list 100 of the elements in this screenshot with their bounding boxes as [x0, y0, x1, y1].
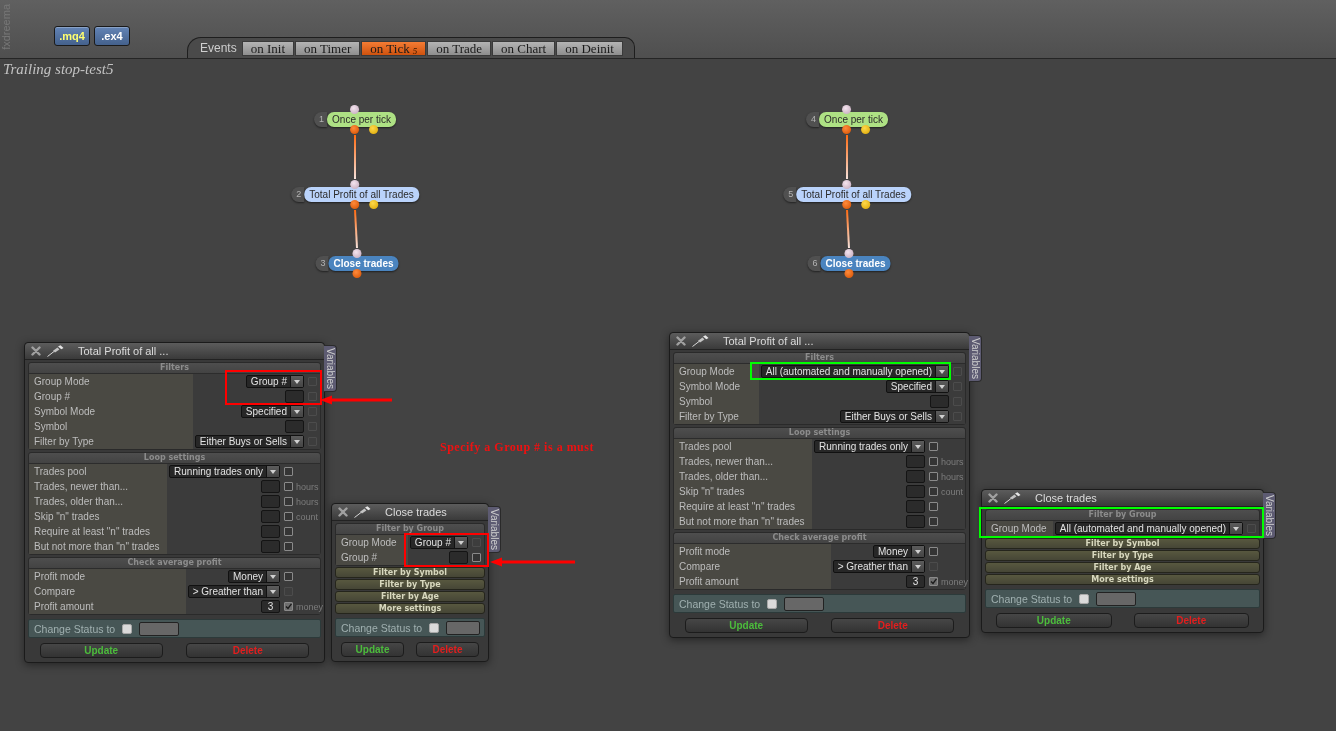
input-field[interactable]: 3: [906, 575, 925, 588]
output-port-icon[interactable]: [842, 125, 852, 134]
close-icon[interactable]: [338, 507, 348, 517]
update-button[interactable]: Update: [684, 618, 808, 633]
pin-icon[interactable]: [692, 335, 709, 347]
alt-output-port-icon[interactable]: [369, 125, 379, 134]
event-tab[interactable]: on Tick 5: [361, 41, 427, 56]
variables-tab[interactable]: Variables: [324, 345, 337, 392]
checkbox[interactable]: [429, 622, 440, 633]
event-tab[interactable]: on Trade: [427, 41, 492, 56]
input-port-icon[interactable]: [350, 180, 360, 189]
dropdown[interactable]: Group #: [245, 375, 304, 388]
update-button[interactable]: Update: [39, 643, 163, 658]
variables-tab[interactable]: Variables: [488, 506, 501, 553]
section-header[interactable]: Filter by Type: [335, 579, 485, 590]
section-header[interactable]: Filter by Age: [985, 562, 1260, 573]
input-field[interactable]: [906, 485, 925, 498]
status-field[interactable]: [1096, 591, 1137, 606]
variables-tab[interactable]: Variables: [1263, 492, 1276, 539]
output-port-icon[interactable]: [350, 125, 360, 134]
alt-output-port-icon[interactable]: [369, 200, 379, 209]
checkbox[interactable]: [928, 577, 938, 586]
input-field[interactable]: [930, 395, 949, 408]
input-field[interactable]: 3: [261, 600, 280, 613]
update-button[interactable]: Update: [341, 642, 404, 657]
dropdown[interactable]: Running trades only: [814, 440, 925, 453]
close-icon[interactable]: [988, 493, 998, 503]
section-header[interactable]: Filter by Type: [985, 550, 1260, 561]
alt-output-port-icon[interactable]: [861, 125, 871, 134]
checkbox[interactable]: [283, 602, 293, 611]
event-tab[interactable]: on Chart: [492, 41, 556, 56]
section-header[interactable]: More settings: [985, 574, 1260, 585]
output-port-icon[interactable]: [842, 200, 852, 209]
variables-tab[interactable]: Variables: [969, 335, 982, 382]
input-port-icon[interactable]: [844, 249, 854, 258]
dropdown[interactable]: > Greather than: [832, 560, 925, 573]
flow-block[interactable]: Once per tick: [327, 112, 396, 127]
input-field[interactable]: [261, 525, 280, 538]
checkbox[interactable]: [283, 512, 293, 521]
output-port-icon[interactable]: [844, 269, 854, 278]
flow-block[interactable]: Total Profit of all Trades: [796, 187, 911, 202]
checkbox[interactable]: [471, 553, 481, 562]
dropdown[interactable]: Money: [873, 545, 925, 558]
checkbox[interactable]: [928, 517, 938, 526]
event-tab[interactable]: on Deinit: [556, 41, 623, 56]
input-field[interactable]: [261, 495, 280, 508]
pin-icon[interactable]: [47, 345, 64, 357]
pin-icon[interactable]: [1004, 492, 1021, 504]
dropdown[interactable]: Money: [228, 570, 280, 583]
checkbox[interactable]: [283, 542, 293, 551]
input-field[interactable]: [261, 510, 280, 523]
checkbox[interactable]: [928, 502, 938, 511]
alt-output-port-icon[interactable]: [861, 200, 871, 209]
event-tab[interactable]: on Init: [241, 41, 294, 56]
flow-block[interactable]: Total Profit of all Trades: [304, 187, 419, 202]
dropdown[interactable]: Either Buys or Sells: [839, 410, 949, 423]
dropdown[interactable]: Specified: [885, 380, 949, 393]
input-field[interactable]: [261, 480, 280, 493]
dropdown[interactable]: All (automated and manually opened): [1054, 522, 1243, 535]
checkbox[interactable]: [767, 598, 778, 609]
dropdown[interactable]: > Greather than: [187, 585, 280, 598]
dropdown[interactable]: Either Buys or Sells: [194, 435, 304, 448]
status-field[interactable]: [446, 620, 480, 635]
file-button[interactable]: .ex4: [94, 26, 130, 46]
input-field[interactable]: [906, 515, 925, 528]
checkbox[interactable]: [283, 497, 293, 506]
input-field[interactable]: [906, 455, 925, 468]
event-tab[interactable]: on Timer: [295, 41, 361, 56]
checkbox[interactable]: [1079, 593, 1090, 604]
checkbox[interactable]: [283, 527, 293, 536]
checkbox[interactable]: [928, 487, 938, 496]
flow-block[interactable]: Close trades: [820, 256, 891, 271]
pin-icon[interactable]: [354, 506, 371, 518]
checkbox[interactable]: [928, 457, 938, 466]
input-field[interactable]: [906, 500, 925, 513]
checkbox[interactable]: [928, 547, 938, 556]
checkbox[interactable]: [122, 623, 133, 634]
dropdown[interactable]: Group #: [409, 536, 468, 549]
close-icon[interactable]: [676, 336, 686, 346]
close-icon[interactable]: [31, 346, 41, 356]
output-port-icon[interactable]: [352, 269, 362, 278]
input-port-icon[interactable]: [350, 105, 360, 114]
input-field[interactable]: [261, 540, 280, 553]
update-button[interactable]: Update: [996, 613, 1112, 628]
file-button[interactable]: .mq4: [54, 26, 90, 46]
checkbox[interactable]: [928, 472, 938, 481]
dropdown[interactable]: Running trades only: [169, 465, 280, 478]
input-field[interactable]: [285, 390, 304, 403]
status-field[interactable]: [784, 596, 825, 611]
dropdown[interactable]: Specified: [240, 405, 304, 418]
dropdown[interactable]: All (automated and manually opened): [760, 365, 949, 378]
input-port-icon[interactable]: [842, 105, 852, 114]
input-port-icon[interactable]: [842, 180, 852, 189]
input-field[interactable]: [906, 470, 925, 483]
section-header[interactable]: Filter by Age: [335, 591, 485, 602]
section-header[interactable]: More settings: [335, 603, 485, 614]
status-field[interactable]: [139, 621, 180, 636]
output-port-icon[interactable]: [350, 200, 360, 209]
section-header[interactable]: Filter by Symbol: [335, 567, 485, 578]
input-field[interactable]: [449, 551, 468, 564]
